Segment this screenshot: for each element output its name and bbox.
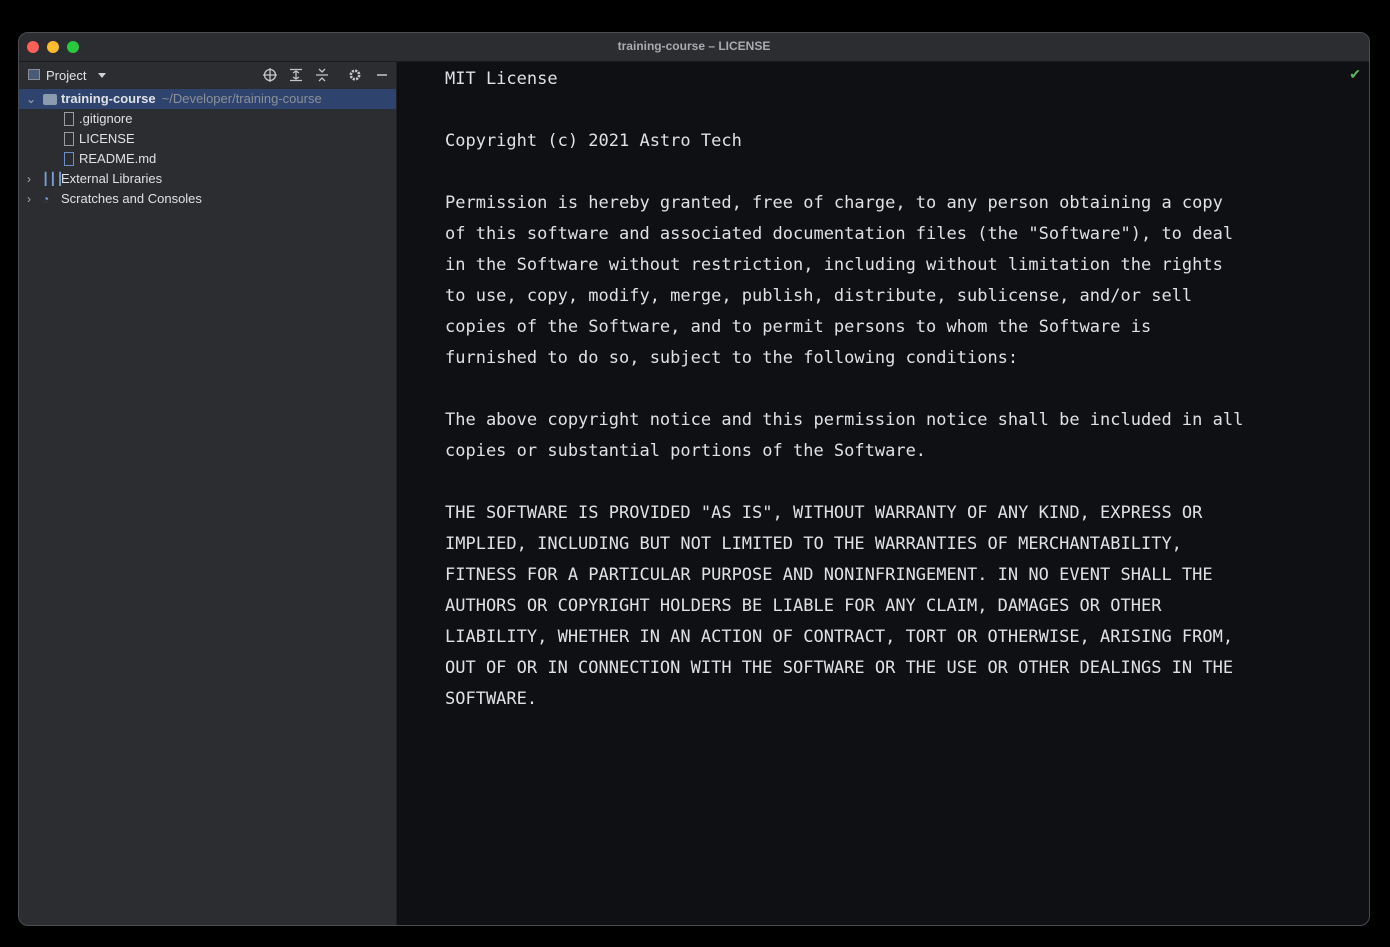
tree-item-license[interactable]: LICENSE — [19, 129, 396, 149]
file-name: README.md — [79, 151, 157, 166]
folder-icon — [43, 94, 57, 105]
tree-item-scratches[interactable]: › ◔ Scratches and Consoles — [19, 189, 396, 209]
tree-item-readme[interactable]: README.md — [19, 149, 396, 169]
collapse-all-icon[interactable] — [314, 67, 330, 83]
tree-item-external-libraries[interactable]: › ┃┃┃ External Libraries — [19, 169, 396, 189]
gitignore-file-icon — [64, 112, 74, 126]
title-bar: training-course – LICENSE — [19, 33, 1369, 62]
locate-icon[interactable] — [262, 67, 278, 83]
check-icon: ✔ — [1349, 66, 1361, 82]
chevron-down-icon[interactable] — [98, 73, 106, 78]
text-file-icon — [64, 132, 74, 146]
ide-window: training-course – LICENSE Project ⌄ trai… — [18, 32, 1370, 926]
root-folder-name: training-course — [61, 91, 156, 106]
window-title: training-course – LICENSE — [617, 39, 771, 53]
editor-pane[interactable]: MIT License Copyright (c) 2021 Astro Tec… — [397, 62, 1369, 925]
project-tool-window: Project ⌄ training-course ~/Developer/tr… — [19, 62, 397, 925]
chevron-right-icon[interactable]: › — [23, 189, 35, 209]
tree-item-gitignore[interactable]: .gitignore — [19, 109, 396, 129]
project-header: Project — [19, 62, 396, 89]
file-name: LICENSE — [79, 131, 135, 146]
gear-icon[interactable] — [347, 67, 363, 83]
node-name: Scratches and Consoles — [61, 191, 202, 206]
library-icon: ┃┃┃ — [42, 172, 64, 186]
node-name: External Libraries — [61, 171, 163, 186]
root-folder-path: ~/Developer/training-course — [161, 91, 322, 106]
editor-text[interactable]: MIT License Copyright (c) 2021 Astro Tec… — [445, 64, 1243, 715]
markdown-file-icon — [64, 152, 74, 166]
project-view-selector[interactable]: Project — [46, 68, 86, 83]
expand-all-icon[interactable] — [288, 67, 304, 83]
file-name: .gitignore — [79, 111, 133, 126]
minimize-icon[interactable] — [374, 67, 390, 83]
project-view-icon — [28, 69, 40, 80]
chevron-right-icon[interactable]: › — [23, 169, 35, 189]
chevron-down-icon[interactable]: ⌄ — [25, 89, 37, 109]
tree-item-root[interactable]: ⌄ training-course ~/Developer/training-co… — [19, 89, 396, 109]
scratches-icon: ◔ — [42, 192, 50, 206]
